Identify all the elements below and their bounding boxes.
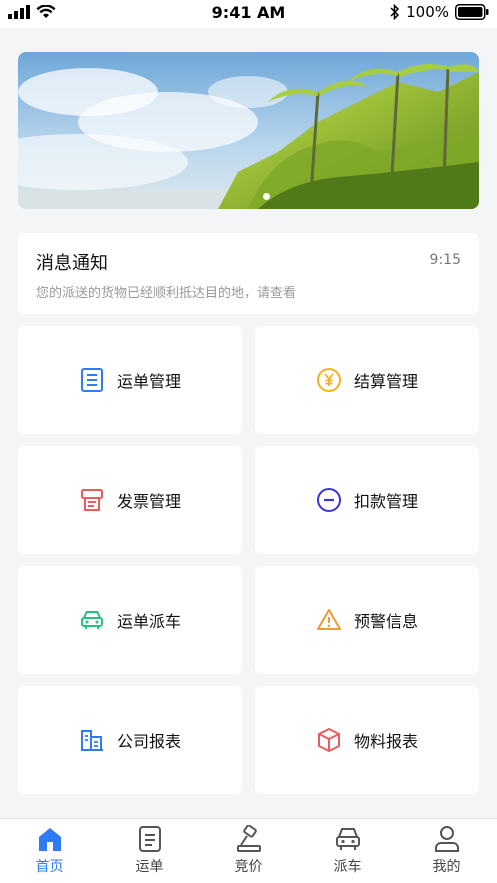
menu-company-report[interactable]: 公司报表 <box>18 686 242 794</box>
tab-label: 运单 <box>135 859 164 875</box>
tab-label: 竞价 <box>234 859 263 875</box>
bluetooth-icon <box>390 4 400 20</box>
notice-message: 您的派送的货物已经顺利抵达目的地，请查看 <box>36 286 297 301</box>
gavel-icon <box>236 825 261 852</box>
menu-label: 预警信息 <box>353 612 418 631</box>
tab-home[interactable]: 首页 <box>0 819 99 883</box>
tab-label: 首页 <box>35 859 64 875</box>
yen-icon <box>316 367 342 393</box>
menu-material-report[interactable]: 物料报表 <box>255 686 479 794</box>
tab-dispatch[interactable]: 派车 <box>298 819 397 883</box>
bottom-tab-bar: 首页 运单 竞价 派车 我的 <box>0 818 497 883</box>
car-front-icon <box>335 828 360 850</box>
menu-label: 运单管理 <box>116 372 181 391</box>
waybill-icon <box>79 367 105 393</box>
invoice-printer-icon <box>79 487 105 513</box>
document-icon <box>138 826 161 852</box>
tab-waybill[interactable]: 运单 <box>100 819 199 883</box>
menu-invoice-management[interactable]: 发票管理 <box>18 446 242 554</box>
status-bar: 9:41 AM 100% <box>0 0 497 28</box>
carousel-indicator-dot[interactable] <box>263 193 270 200</box>
menu-settlement-management[interactable]: 结算管理 <box>255 326 479 434</box>
status-right: 100% <box>390 3 489 21</box>
battery-percent: 100% <box>406 3 449 21</box>
menu-label: 结算管理 <box>353 372 418 391</box>
battery-icon <box>455 4 489 20</box>
menu-label: 发票管理 <box>116 492 181 511</box>
menu-label: 运单派车 <box>116 612 181 631</box>
menu-waybill-dispatch[interactable]: 运单派车 <box>18 566 242 674</box>
notice-title: 消息通知 <box>36 253 108 274</box>
user-icon <box>434 826 459 852</box>
banner-carousel[interactable] <box>18 52 479 209</box>
menu-label: 物料报表 <box>353 732 418 751</box>
tab-bidding[interactable]: 竞价 <box>199 819 298 883</box>
minus-circle-icon <box>316 487 342 513</box>
tab-mine[interactable]: 我的 <box>397 819 496 883</box>
banner-image <box>18 52 479 209</box>
menu-label: 扣款管理 <box>353 492 418 511</box>
home-icon <box>38 828 61 851</box>
notification-card[interactable]: 消息通知 3 9:15 您的派送的货物已经顺利抵达目的地，请查看 <box>18 233 479 501</box>
menu-deduction-management[interactable]: 扣款管理 <box>255 446 479 554</box>
box-icon <box>316 727 342 753</box>
tab-label: 我的 <box>432 859 461 875</box>
notice-time: 9:15 <box>429 252 461 268</box>
menu-warning-info[interactable]: 预警信息 <box>255 566 479 674</box>
building-icon <box>79 727 105 753</box>
tab-label: 派车 <box>333 859 362 875</box>
car-icon <box>79 607 105 633</box>
menu-waybill-management[interactable]: 运单管理 <box>18 326 242 434</box>
menu-label: 公司报表 <box>116 732 181 751</box>
warning-icon <box>316 607 342 633</box>
